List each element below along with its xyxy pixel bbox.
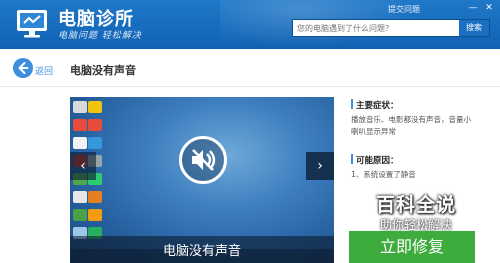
search-button[interactable]: 搜索: [459, 20, 489, 36]
baike-watermark: 百科全说 助你轻松解决: [366, 190, 466, 235]
previous-slide-button[interactable]: ‹: [70, 152, 96, 180]
search-box: 搜索: [292, 19, 490, 37]
muted-speaker-icon: [192, 149, 216, 171]
monitor-logo-icon: [17, 10, 47, 38]
back-button[interactable]: [13, 58, 33, 78]
symptom-text-line-2: 喇叭显示异常: [351, 127, 396, 136]
back-label[interactable]: 返回: [35, 64, 53, 77]
app-slogan: 电脑问题 轻松解决: [58, 31, 142, 41]
close-button[interactable]: ✕: [482, 2, 496, 14]
fix-now-button[interactable]: 立即修复: [349, 231, 475, 263]
page-title: 电脑没有声音: [70, 64, 136, 77]
minimize-button[interactable]: —: [466, 2, 480, 14]
next-slide-button[interactable]: ›: [306, 152, 334, 180]
section-marker: [351, 99, 353, 109]
cause-title: 可能原因：: [356, 156, 399, 166]
cause-text: 1、系统设置了静音: [351, 170, 416, 179]
section-marker: [351, 154, 353, 164]
watermark-main: 百科全说: [375, 194, 456, 216]
symptom-title: 主要症状：: [356, 101, 399, 111]
submit-question-link[interactable]: 提交问题: [388, 4, 420, 15]
arrow-left-icon: [18, 62, 29, 74]
divider: [0, 86, 500, 87]
symptom-text-line-1: 播放音乐、电影都没有声音，音量小: [351, 115, 471, 124]
search-input[interactable]: [293, 20, 459, 36]
video-caption: 电脑没有声音: [162, 244, 241, 259]
play-button[interactable]: [179, 136, 227, 184]
